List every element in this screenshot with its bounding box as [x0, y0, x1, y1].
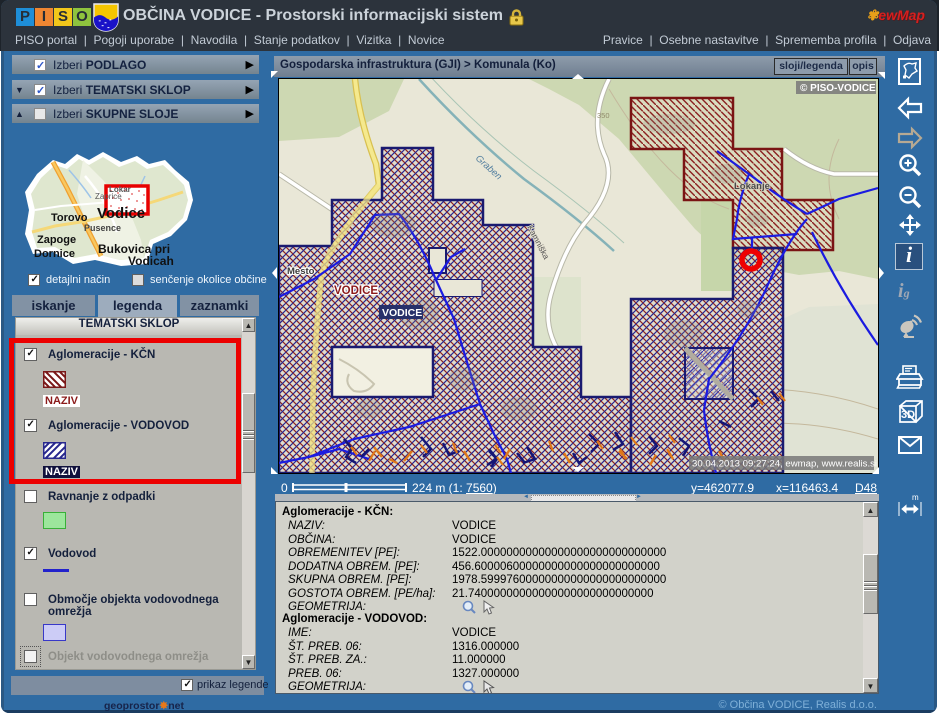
svg-text:Lokar: Lokar: [109, 185, 131, 194]
svg-text:350: 350: [597, 111, 610, 120]
svg-text:Vodicah: Vodicah: [128, 254, 174, 268]
svg-text:Mesto: Mesto: [287, 266, 315, 277]
svg-text:Torovo: Torovo: [51, 212, 88, 224]
svg-text:Lokanje: Lokanje: [734, 181, 770, 192]
svg-text:Vodice: Vodice: [97, 205, 145, 222]
svg-text:30.04.2013 09:27:24, ewmap, ww: 30.04.2013 09:27:24, ewmap, www.realis.s…: [692, 459, 877, 470]
svg-text:Dornice: Dornice: [34, 248, 75, 260]
svg-text:VODICE: VODICE: [382, 307, 422, 319]
svg-text:m: m: [912, 493, 919, 502]
svg-text:Pusence: Pusence: [84, 223, 121, 233]
svg-text:3D: 3D: [901, 409, 915, 421]
svg-text:VODICE: VODICE: [334, 285, 378, 297]
svg-text:Zapoge: Zapoge: [37, 234, 76, 246]
svg-text:© PISO-VODICE: © PISO-VODICE: [800, 83, 876, 94]
